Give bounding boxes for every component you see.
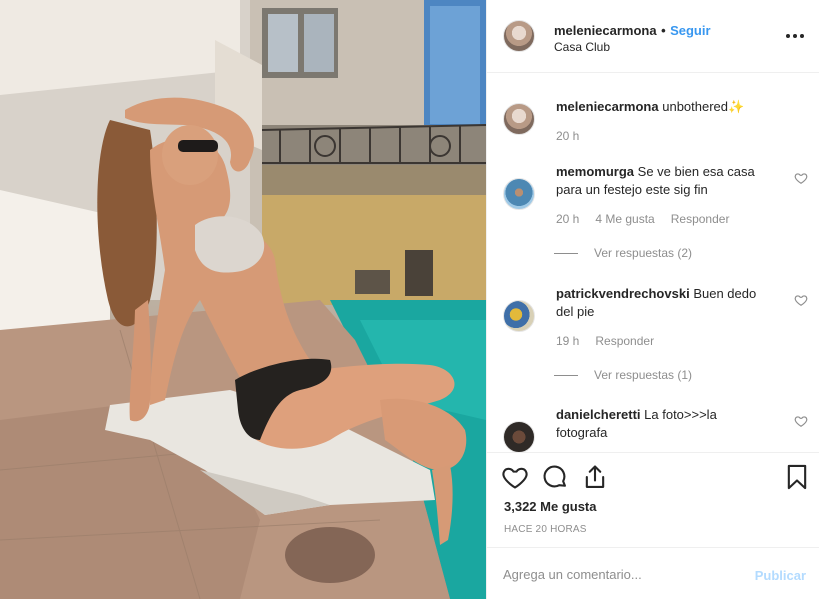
comment-meta: 20 h (556, 129, 579, 143)
follow-button[interactable]: Seguir (670, 23, 710, 38)
more-options-icon[interactable] (786, 34, 804, 38)
comment-avatar[interactable] (503, 300, 535, 332)
post-header: meleniecarmona • Seguir Casa Club (487, 0, 819, 73)
comment-avatar[interactable] (503, 421, 535, 452)
comment-time[interactable]: 19 h (556, 334, 579, 348)
bookmark-icon[interactable] (783, 463, 811, 491)
author-line: meleniecarmona • Seguir (554, 22, 711, 40)
reply-button[interactable]: Responder (671, 212, 730, 226)
comment-like-heart-icon[interactable] (794, 293, 808, 307)
comment-text-block: patrickvendrechovski Buen dedo del pie (556, 285, 771, 321)
add-comment-bar: Publicar (487, 547, 819, 599)
view-replies-label[interactable]: Ver respuestas (1) (594, 368, 692, 382)
view-replies-label[interactable]: Ver respuestas (2) (594, 246, 692, 260)
comment-text: unbothered✨ (662, 99, 745, 114)
author-username[interactable]: meleniecarmona (554, 23, 657, 38)
photo-illustration (0, 0, 486, 599)
share-icon[interactable] (581, 463, 609, 491)
comment-like-heart-icon[interactable] (794, 414, 808, 428)
comment-username[interactable]: danielcheretti (556, 407, 641, 422)
comment-avatar[interactable] (503, 103, 535, 135)
comment-icon[interactable] (541, 463, 569, 491)
comment-time[interactable]: 20 h (556, 129, 579, 143)
author-avatar[interactable] (503, 20, 535, 52)
comment-like-heart-icon[interactable] (794, 171, 808, 185)
comment-username[interactable]: meleniecarmona (556, 99, 659, 114)
publish-button[interactable]: Publicar (755, 568, 806, 583)
comment-meta: 20 h 4 Me gusta Responder (556, 212, 729, 226)
view-replies-button[interactable]: Ver respuestas (2) (554, 246, 692, 260)
replies-divider-line (554, 374, 578, 376)
comment-username[interactable]: patrickvendrechovski (556, 286, 690, 301)
comment-time[interactable]: 20 h (556, 212, 579, 226)
view-replies-button[interactable]: Ver respuestas (1) (554, 368, 692, 382)
post-location[interactable]: Casa Club (554, 40, 610, 54)
post-actions: 3,322 Me gusta HACE 20 HORAS (487, 452, 819, 547)
comments-list[interactable]: meleniecarmona unbothered✨ 20 h memomurg… (487, 74, 819, 452)
post-photo[interactable] (0, 0, 486, 599)
comment-text-block: meleniecarmona unbothered✨ (556, 98, 771, 116)
replies-divider-line (554, 252, 578, 254)
like-count[interactable]: 3,322 Me gusta (504, 499, 597, 514)
comment-text-block: memomurga Se ve bien esa casa para un fe… (556, 163, 771, 199)
author-separator: • (661, 23, 666, 38)
comment-avatar[interactable] (503, 178, 535, 210)
heart-icon[interactable] (501, 463, 529, 491)
post-side-panel: meleniecarmona • Seguir Casa Club meleni… (486, 0, 819, 599)
comment-likes[interactable]: 4 Me gusta (595, 212, 654, 226)
comment-input[interactable] (503, 560, 743, 588)
comment-username[interactable]: memomurga (556, 164, 634, 179)
comment-text-block: danielcheretti La foto>>>la fotografa (556, 406, 771, 442)
post-timestamp[interactable]: HACE 20 HORAS (504, 524, 587, 535)
reply-button[interactable]: Responder (595, 334, 654, 348)
comment-meta: 19 h Responder (556, 334, 654, 348)
